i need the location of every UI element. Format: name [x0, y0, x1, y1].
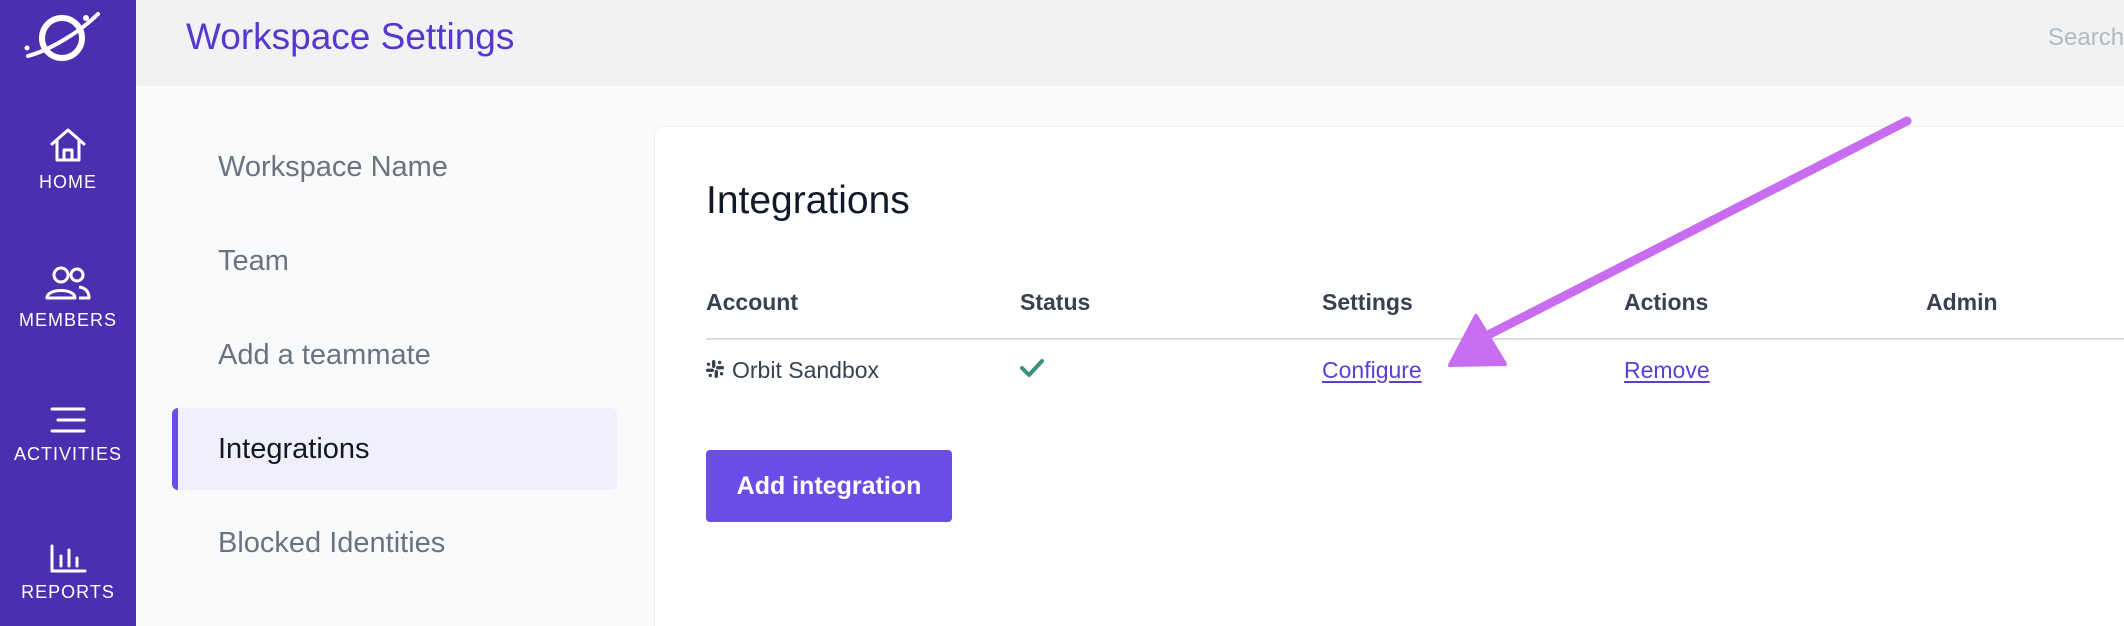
main-sidebar: HOME MEMBERS ACTIVITIES REPORTS: [0, 0, 136, 626]
settings-item-workspace-name[interactable]: Workspace Name: [172, 126, 617, 208]
reports-icon: [48, 544, 88, 574]
nav-home[interactable]: HOME: [0, 126, 136, 193]
nav-activities[interactable]: ACTIVITIES: [0, 404, 136, 465]
orbit-logo[interactable]: [20, 4, 100, 68]
integrations-title: Integrations: [706, 179, 910, 222]
settings-item-integrations[interactable]: Integrations: [172, 408, 617, 490]
settings-item-blocked-identities[interactable]: Blocked Identities: [172, 502, 617, 584]
settings-item-add-teammate[interactable]: Add a teammate: [172, 314, 617, 396]
table-divider: [706, 338, 2124, 340]
column-header-admin: Admin: [1926, 289, 1998, 315]
search-input[interactable]: [2048, 18, 2124, 58]
account-cell: Orbit Sandbox: [706, 357, 879, 384]
column-header-actions: Actions: [1624, 289, 1709, 315]
slack-icon: [706, 357, 724, 384]
column-header-status: Status: [1020, 289, 1091, 315]
home-icon: [48, 126, 88, 164]
members-icon: [44, 264, 92, 302]
actions-cell: Remove: [1624, 357, 1710, 384]
nav-reports[interactable]: REPORTS: [0, 544, 136, 603]
activities-icon: [48, 404, 88, 436]
integrations-card: Integrations Account Status Settings Act…: [654, 126, 2124, 626]
settings-cell: Configure: [1322, 357, 1422, 384]
page-title: Workspace Settings: [186, 16, 515, 57]
nav-members-label: MEMBERS: [18, 310, 117, 330]
remove-link[interactable]: Remove: [1624, 357, 1710, 384]
check-icon: [1020, 357, 1044, 384]
nav-activities-label: ACTIVITIES: [13, 444, 122, 464]
add-integration-button[interactable]: Add integration: [706, 450, 952, 522]
column-header-settings: Settings: [1322, 289, 1413, 315]
top-header: Workspace Settings: [136, 0, 2124, 86]
configure-link[interactable]: Configure: [1322, 357, 1422, 384]
nav-reports-label: REPORTS: [21, 582, 115, 602]
column-header-account: Account: [706, 289, 798, 315]
status-cell: [1020, 357, 1044, 384]
nav-members[interactable]: MEMBERS: [0, 264, 136, 331]
account-name: Orbit Sandbox: [732, 357, 880, 383]
settings-item-team[interactable]: Team: [172, 220, 617, 302]
nav-home-label: HOME: [39, 172, 97, 192]
